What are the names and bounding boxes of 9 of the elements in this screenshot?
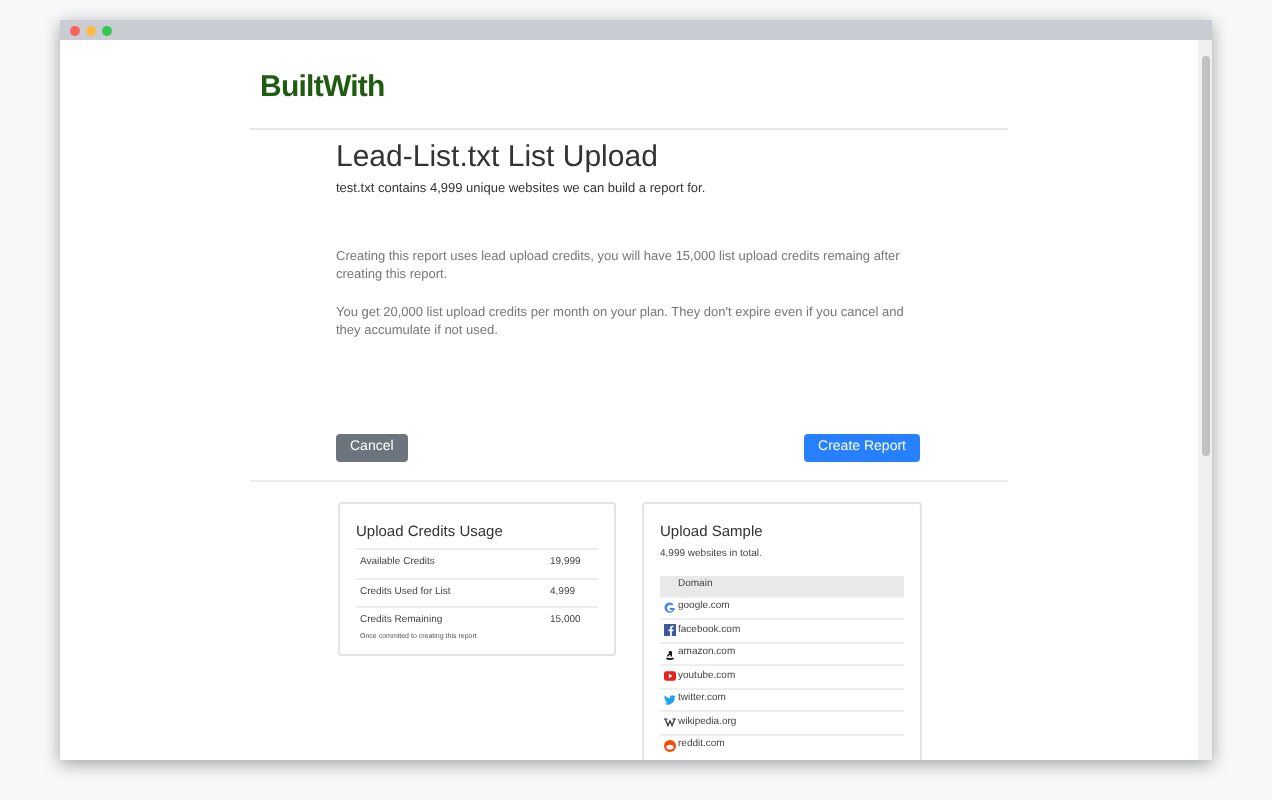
alien-logo-icon: [664, 739, 676, 752]
page-title: Lead-List.txt List Upload: [336, 138, 660, 178]
play-logo-icon: [664, 670, 676, 683]
a-logo-icon: [664, 647, 676, 660]
bird-icon: [664, 693, 676, 706]
f-logo-icon: [664, 624, 676, 637]
g-logo-icon: [664, 601, 676, 614]
logo[interactable]: BuiltWith: [260, 70, 385, 104]
w-logo-icon: [664, 716, 676, 729]
